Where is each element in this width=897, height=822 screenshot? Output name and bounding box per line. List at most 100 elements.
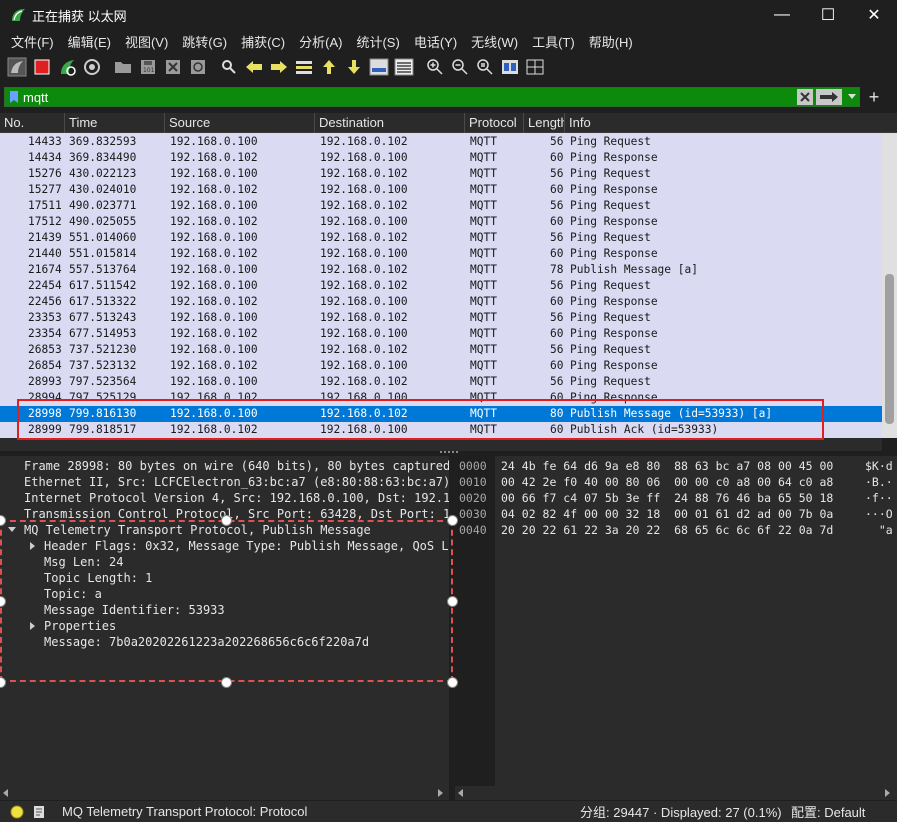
col-protocol[interactable]: Protocol [465,113,524,133]
packet-row[interactable]: 14434 369.834490 192.168.0.102 192.168.0.10… [0,150,882,166]
packet-row[interactable]: 21439 551.014060 192.168.0.100 192.168.0.10… [0,230,882,246]
cell-no: 26854 [28,359,62,372]
auto-scroll-icon[interactable] [366,55,391,79]
expert-info-icon[interactable] [10,805,24,819]
minimize-button[interactable]: — [759,0,805,30]
packet-list-scroll-thumb[interactable] [885,274,894,424]
apply-arrow-icon[interactable] [816,89,842,105]
packet-row[interactable]: 21440 551.015814 192.168.0.102 192.168.0.10… [0,246,882,262]
menu-telephony[interactable]: 电话(Y) [407,32,464,51]
packet-row[interactable]: 26854 737.523132 192.168.0.102 192.168.0.10… [0,358,882,374]
menu-view[interactable]: 视图(V) [118,32,175,51]
menu-statistics[interactable]: 统计(S) [349,32,406,51]
menu-bar: 文件(F) 编辑(E) 视图(V) 跳转(G) 捕获(C) 分析(A) 统计(S… [0,30,897,52]
display-filter-input[interactable] [23,89,783,105]
ascii-line[interactable]: ···O [865,506,893,522]
forward-arrow-icon[interactable] [266,55,291,79]
back-arrow-icon[interactable] [241,55,266,79]
packet-row[interactable]: 22454 617.511542 192.168.0.100 192.168.0.10… [0,278,882,294]
ascii-line[interactable]: ·f·· [865,490,893,506]
packet-list-scrollbar[interactable] [882,134,897,438]
ascii-line[interactable]: ·B.· [865,474,893,490]
resize-handle[interactable] [447,515,458,526]
zoom-in-icon[interactable] [422,55,447,79]
packet-row[interactable]: 23353 677.513243 192.168.0.100 192.168.0.10… [0,310,882,326]
cell-source: 192.168.0.100 [170,231,258,244]
menu-go[interactable]: 跳转(G) [175,32,234,51]
ascii-line[interactable]: $K·d [865,458,893,474]
detail-frame[interactable]: Frame 28998: 80 bytes on wire (640 bits)… [24,458,449,474]
bookmark-icon[interactable] [9,90,19,104]
packet-row[interactable]: 22456 617.513322 192.168.0.102 192.168.0.10… [0,294,882,310]
col-info[interactable]: Info [565,113,897,133]
detail-ethernet[interactable]: Ethernet II, Src: LCFCElectron_63:bc:a7 … [24,474,449,490]
filter-history-dropdown[interactable] [845,89,859,105]
menu-edit[interactable]: 编辑(E) [61,32,118,51]
packet-row[interactable]: 17511 490.023771 192.168.0.100 192.168.0.10… [0,198,882,214]
clear-icon[interactable] [797,89,813,105]
hex-line[interactable]: 04 02 82 4f 00 00 32 18 00 01 61 d2 ad 0… [501,506,833,522]
zoom-normal-icon[interactable] [472,55,497,79]
detail-ip[interactable]: Internet Protocol Version 4, Src: 192.16… [24,490,449,506]
menu-tools[interactable]: 工具(T) [525,32,582,51]
shark-fin-icon[interactable] [4,55,29,79]
col-source[interactable]: Source [165,113,315,133]
stop-icon[interactable] [29,55,54,79]
col-length[interactable]: Length [524,113,565,133]
menu-help[interactable]: 帮助(H) [582,32,640,51]
ascii-line[interactable]: "a [865,522,893,538]
first-packet-icon[interactable] [316,55,341,79]
resize-handle[interactable] [447,677,458,688]
capture-comment-icon[interactable] [32,805,46,819]
bytes-hscrollbar[interactable] [455,786,897,800]
scroll-right-icon[interactable] [885,789,891,797]
col-destination[interactable]: Destination [315,113,465,133]
resize-handle[interactable] [447,596,458,607]
packet-row[interactable]: 23354 677.514953 192.168.0.102 192.168.0.10… [0,326,882,342]
packet-row[interactable]: 26853 737.521230 192.168.0.100 192.168.0.10… [0,342,882,358]
goto-packet-icon[interactable] [291,55,316,79]
zoom-out-icon[interactable] [447,55,472,79]
options-gear-icon[interactable] [79,55,104,79]
scroll-left-icon[interactable] [3,789,9,797]
menu-file[interactable]: 文件(F) [4,32,61,51]
byte-hex-view[interactable]: 24 4b fe 64 d6 9a e8 80 88 63 bc a7 08 0… [495,456,897,786]
menu-capture[interactable]: 捕获(C) [234,32,292,51]
menu-analyze[interactable]: 分析(A) [292,32,349,51]
packet-row[interactable]: 21674 557.513764 192.168.0.100 192.168.0.10… [0,262,882,278]
scroll-right-icon[interactable] [438,789,444,797]
profile-label[interactable]: 配置: Default [791,802,865,821]
pane-splitter[interactable] [440,451,458,454]
resize-handle[interactable] [221,677,232,688]
restart-icon[interactable] [54,55,79,79]
resize-handle[interactable] [221,515,232,526]
col-time[interactable]: Time [65,113,165,133]
scroll-left-icon[interactable] [458,789,464,797]
save-icon[interactable]: 101 [135,55,160,79]
col-no[interactable]: No. [0,113,65,133]
details-hscrollbar[interactable] [0,786,449,800]
hex-line[interactable]: 00 66 f7 c4 07 5b 3e ff 24 88 76 46 ba 6… [501,490,833,506]
reload-icon[interactable] [185,55,210,79]
packet-row[interactable]: 15276 430.022123 192.168.0.100 192.168.0.10… [0,166,882,182]
packet-row[interactable]: 17512 490.025055 192.168.0.102 192.168.0.10… [0,214,882,230]
hex-line[interactable]: 20 20 22 61 22 3a 20 22 68 65 6c 6c 6f 2… [501,522,833,538]
close-file-icon[interactable] [160,55,185,79]
close-button[interactable]: ✕ [851,0,897,30]
resize-columns-icon[interactable] [497,55,522,79]
menu-wireless[interactable]: 无线(W) [464,32,525,51]
cell-info: Ping Response [570,183,658,196]
find-icon[interactable] [216,55,241,79]
maximize-button[interactable]: ☐ [805,0,851,30]
hex-line[interactable]: 24 4b fe 64 d6 9a e8 80 88 63 bc a7 08 0… [501,458,833,474]
cell-no: 21440 [28,247,62,260]
hex-line[interactable]: 00 42 2e f0 40 00 80 06 00 00 c0 a8 00 6… [501,474,833,490]
colorize-icon[interactable] [391,55,416,79]
packet-row[interactable]: 28993 797.523564 192.168.0.100 192.168.0.10… [0,374,882,390]
packet-row[interactable]: 15277 430.024010 192.168.0.102 192.168.0.10… [0,182,882,198]
add-filter-button-icon[interactable]: + [864,87,884,107]
open-folder-icon[interactable] [110,55,135,79]
layout-icon[interactable] [522,55,547,79]
packet-row[interactable]: 14433 369.832593 192.168.0.100 192.168.0.10… [0,134,882,150]
last-packet-icon[interactable] [341,55,366,79]
